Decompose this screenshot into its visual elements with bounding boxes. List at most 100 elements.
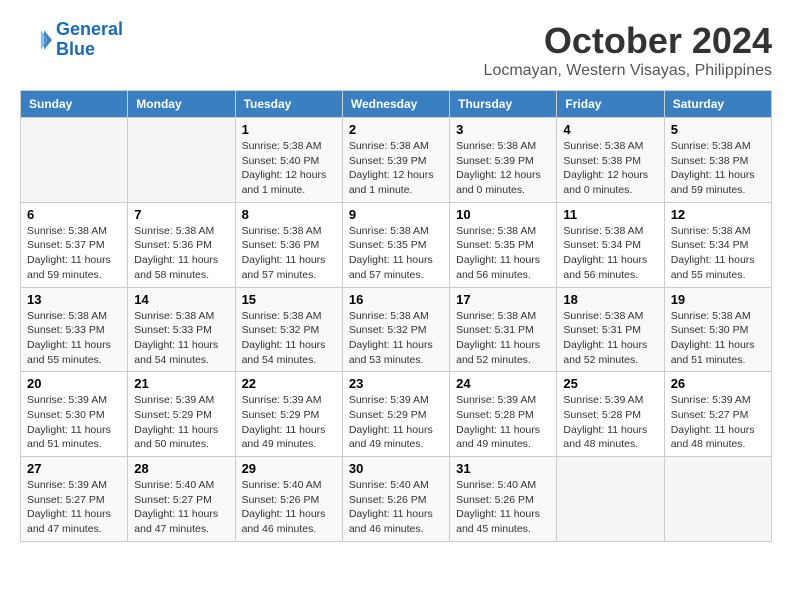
calendar-cell: 22Sunrise: 5:39 AM Sunset: 5:29 PM Dayli… bbox=[235, 372, 342, 457]
day-number: 21 bbox=[134, 376, 228, 391]
day-number: 11 bbox=[563, 207, 657, 222]
day-info: Sunrise: 5:38 AM Sunset: 5:39 PM Dayligh… bbox=[456, 139, 550, 198]
day-number: 29 bbox=[242, 461, 336, 476]
day-number: 1 bbox=[242, 122, 336, 137]
day-info: Sunrise: 5:38 AM Sunset: 5:34 PM Dayligh… bbox=[671, 224, 765, 283]
week-row-2: 6 Sunrise: 5:38 AM Sunset: 5:37 PM Daylig… bbox=[21, 202, 772, 287]
day-info: Sunrise: 5:38 AM Sunset: 5:40 PM Dayligh… bbox=[242, 139, 336, 198]
day-number: 8 bbox=[242, 207, 336, 222]
day-info: Sunrise: 5:38 AM Sunset: 5:30 PM Dayligh… bbox=[671, 309, 765, 368]
calendar-cell: 1 Sunrise: 5:38 AM Sunset: 5:40 PM Daylig… bbox=[235, 118, 342, 203]
calendar-cell: 28 Sunrise: 5:40 AM Sunset: 5:27 PM Dayli… bbox=[128, 457, 235, 542]
logo-line2: Blue bbox=[56, 39, 95, 59]
day-info: Sunrise: 5:38 AM Sunset: 5:33 PM Dayligh… bbox=[134, 309, 228, 368]
month-title: October 2024 bbox=[484, 20, 772, 62]
day-info: Sunrise: 5:39 AM Sunset: 5:29 PM Dayligh… bbox=[134, 393, 228, 452]
calendar-cell: 5 Sunrise: 5:38 AM Sunset: 5:38 PM Daylig… bbox=[664, 118, 771, 203]
calendar-cell: 26 Sunrise: 5:39 AM Sunset: 5:27 PM Dayli… bbox=[664, 372, 771, 457]
title-section: October 2024 Locmayan, Western Visayas, … bbox=[484, 20, 772, 80]
day-number: 24 bbox=[456, 376, 550, 391]
day-info: Sunrise: 5:38 AM Sunset: 5:32 PM Dayligh… bbox=[242, 309, 336, 368]
day-number: 9 bbox=[349, 207, 443, 222]
day-info: Sunrise: 5:38 AM Sunset: 5:35 PM Dayligh… bbox=[349, 224, 443, 283]
calendar-cell: 31 Sunrise: 5:40 AM Sunset: 5:26 PM Dayli… bbox=[450, 457, 557, 542]
day-info: Sunrise: 5:38 AM Sunset: 5:36 PM Dayligh… bbox=[242, 224, 336, 283]
day-info: Sunrise: 5:38 AM Sunset: 5:37 PM Dayligh… bbox=[27, 224, 121, 283]
day-number: 16 bbox=[349, 292, 443, 307]
calendar-cell: 14 Sunrise: 5:38 AM Sunset: 5:33 PM Dayli… bbox=[128, 287, 235, 372]
day-info: Sunrise: 5:40 AM Sunset: 5:26 PM Dayligh… bbox=[242, 478, 336, 537]
calendar-cell: 12 Sunrise: 5:38 AM Sunset: 5:34 PM Dayli… bbox=[664, 202, 771, 287]
calendar-cell: 17Sunrise: 5:38 AM Sunset: 5:31 PM Dayli… bbox=[450, 287, 557, 372]
calendar-cell: 29 Sunrise: 5:40 AM Sunset: 5:26 PM Dayli… bbox=[235, 457, 342, 542]
day-number: 7 bbox=[134, 207, 228, 222]
day-info: Sunrise: 5:38 AM Sunset: 5:39 PM Dayligh… bbox=[349, 139, 443, 198]
week-row-3: 13 Sunrise: 5:38 AM Sunset: 5:33 PM Dayli… bbox=[21, 287, 772, 372]
day-number: 5 bbox=[671, 122, 765, 137]
column-header-thursday: Thursday bbox=[450, 91, 557, 118]
day-number: 18 bbox=[563, 292, 657, 307]
calendar-cell: 30 Sunrise: 5:40 AM Sunset: 5:26 PM Dayli… bbox=[342, 457, 449, 542]
day-info: Sunrise: 5:38 AM Sunset: 5:38 PM Dayligh… bbox=[671, 139, 765, 198]
day-info: Sunrise: 5:39 AM Sunset: 5:29 PM Dayligh… bbox=[242, 393, 336, 452]
calendar-body: 1 Sunrise: 5:38 AM Sunset: 5:40 PM Daylig… bbox=[21, 118, 772, 542]
day-info: Sunrise: 5:40 AM Sunset: 5:26 PM Dayligh… bbox=[456, 478, 550, 537]
column-header-saturday: Saturday bbox=[664, 91, 771, 118]
day-number: 26 bbox=[671, 376, 765, 391]
column-header-monday: Monday bbox=[128, 91, 235, 118]
day-number: 2 bbox=[349, 122, 443, 137]
calendar-cell: 20Sunrise: 5:39 AM Sunset: 5:30 PM Dayli… bbox=[21, 372, 128, 457]
location-title: Locmayan, Western Visayas, Philippines bbox=[484, 62, 772, 80]
day-info: Sunrise: 5:39 AM Sunset: 5:28 PM Dayligh… bbox=[456, 393, 550, 452]
calendar-cell: 18 Sunrise: 5:38 AM Sunset: 5:31 PM Dayli… bbox=[557, 287, 664, 372]
calendar-cell: 7Sunrise: 5:38 AM Sunset: 5:36 PM Daylig… bbox=[128, 202, 235, 287]
day-info: Sunrise: 5:38 AM Sunset: 5:31 PM Dayligh… bbox=[456, 309, 550, 368]
day-number: 28 bbox=[134, 461, 228, 476]
day-number: 23 bbox=[349, 376, 443, 391]
day-number: 14 bbox=[134, 292, 228, 307]
calendar-cell: 23Sunrise: 5:39 AM Sunset: 5:29 PM Dayli… bbox=[342, 372, 449, 457]
day-number: 15 bbox=[242, 292, 336, 307]
column-header-tuesday: Tuesday bbox=[235, 91, 342, 118]
calendar-cell: 21 Sunrise: 5:39 AM Sunset: 5:29 PM Dayli… bbox=[128, 372, 235, 457]
calendar-cell: 11 Sunrise: 5:38 AM Sunset: 5:34 PM Dayli… bbox=[557, 202, 664, 287]
day-info: Sunrise: 5:40 AM Sunset: 5:27 PM Dayligh… bbox=[134, 478, 228, 537]
day-number: 30 bbox=[349, 461, 443, 476]
calendar-cell: 10Sunrise: 5:38 AM Sunset: 5:35 PM Dayli… bbox=[450, 202, 557, 287]
logo: General Blue bbox=[20, 20, 123, 60]
page-header: General Blue October 2024 Locmayan, West… bbox=[20, 20, 772, 80]
day-number: 13 bbox=[27, 292, 121, 307]
calendar-cell: 4Sunrise: 5:38 AM Sunset: 5:38 PM Daylig… bbox=[557, 118, 664, 203]
calendar-table: SundayMondayTuesdayWednesdayThursdayFrid… bbox=[20, 90, 772, 542]
day-info: Sunrise: 5:39 AM Sunset: 5:30 PM Dayligh… bbox=[27, 393, 121, 452]
calendar-cell bbox=[128, 118, 235, 203]
calendar-cell: 27Sunrise: 5:39 AM Sunset: 5:27 PM Dayli… bbox=[21, 457, 128, 542]
day-info: Sunrise: 5:40 AM Sunset: 5:26 PM Dayligh… bbox=[349, 478, 443, 537]
day-number: 19 bbox=[671, 292, 765, 307]
column-header-sunday: Sunday bbox=[21, 91, 128, 118]
calendar-cell: 13 Sunrise: 5:38 AM Sunset: 5:33 PM Dayli… bbox=[21, 287, 128, 372]
calendar-cell: 3 Sunrise: 5:38 AM Sunset: 5:39 PM Daylig… bbox=[450, 118, 557, 203]
calendar-cell: 2 Sunrise: 5:38 AM Sunset: 5:39 PM Daylig… bbox=[342, 118, 449, 203]
calendar-cell bbox=[21, 118, 128, 203]
week-row-1: 1 Sunrise: 5:38 AM Sunset: 5:40 PM Daylig… bbox=[21, 118, 772, 203]
calendar-cell bbox=[664, 457, 771, 542]
day-info: Sunrise: 5:38 AM Sunset: 5:33 PM Dayligh… bbox=[27, 309, 121, 368]
day-info: Sunrise: 5:38 AM Sunset: 5:38 PM Dayligh… bbox=[563, 139, 657, 198]
day-info: Sunrise: 5:39 AM Sunset: 5:27 PM Dayligh… bbox=[27, 478, 121, 537]
logo-icon bbox=[20, 24, 52, 56]
calendar-cell: 15 Sunrise: 5:38 AM Sunset: 5:32 PM Dayli… bbox=[235, 287, 342, 372]
day-number: 6 bbox=[27, 207, 121, 222]
day-info: Sunrise: 5:39 AM Sunset: 5:27 PM Dayligh… bbox=[671, 393, 765, 452]
week-row-5: 27Sunrise: 5:39 AM Sunset: 5:27 PM Dayli… bbox=[21, 457, 772, 542]
calendar-cell bbox=[557, 457, 664, 542]
day-number: 3 bbox=[456, 122, 550, 137]
day-info: Sunrise: 5:38 AM Sunset: 5:34 PM Dayligh… bbox=[563, 224, 657, 283]
day-info: Sunrise: 5:38 AM Sunset: 5:31 PM Dayligh… bbox=[563, 309, 657, 368]
day-number: 12 bbox=[671, 207, 765, 222]
calendar-header: SundayMondayTuesdayWednesdayThursdayFrid… bbox=[21, 91, 772, 118]
day-number: 31 bbox=[456, 461, 550, 476]
day-info: Sunrise: 5:39 AM Sunset: 5:28 PM Dayligh… bbox=[563, 393, 657, 452]
calendar-cell: 6 Sunrise: 5:38 AM Sunset: 5:37 PM Daylig… bbox=[21, 202, 128, 287]
logo-line1: General bbox=[56, 19, 123, 39]
